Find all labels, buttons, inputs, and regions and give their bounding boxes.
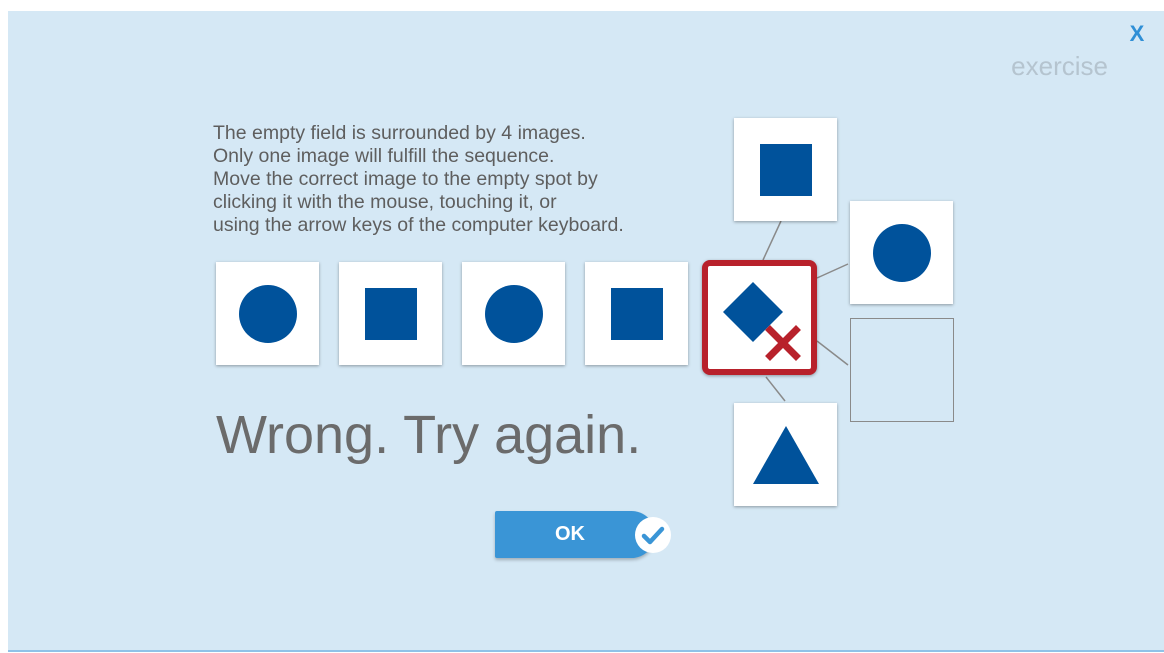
wrong-x-icon bbox=[765, 325, 801, 361]
instruction-line: clicking it with the mouse, touching it,… bbox=[213, 191, 557, 213]
ok-button-label: OK bbox=[555, 523, 585, 545]
mode-label: exercise bbox=[1011, 51, 1108, 81]
square-icon bbox=[759, 143, 812, 196]
selected-card-diamond-wrong[interactable] bbox=[702, 260, 817, 375]
choice-card-right-circle[interactable] bbox=[850, 201, 953, 304]
sequence-card-circle bbox=[462, 262, 565, 365]
circle-icon bbox=[238, 284, 297, 343]
square-icon bbox=[364, 287, 417, 340]
sequence-card-square bbox=[339, 262, 442, 365]
instructions-text: The empty field is surrounded by 4 image… bbox=[213, 122, 733, 237]
sequence-card-square bbox=[585, 262, 688, 365]
instruction-line: using the arrow keys of the computer key… bbox=[213, 214, 624, 236]
circle-icon bbox=[484, 284, 543, 343]
instruction-line: Only one image will fulfill the sequence… bbox=[213, 145, 555, 167]
sequence-card-circle bbox=[216, 262, 319, 365]
ok-button[interactable]: OK bbox=[495, 511, 671, 558]
choice-card-top-square[interactable] bbox=[734, 118, 837, 221]
circle-icon bbox=[872, 223, 931, 282]
exercise-stage: X exercise The empty field is surrounded… bbox=[8, 11, 1164, 652]
triangle-icon bbox=[752, 425, 819, 484]
empty-slot[interactable] bbox=[850, 318, 954, 422]
square-icon bbox=[610, 287, 663, 340]
close-button[interactable]: X bbox=[1122, 21, 1152, 51]
instruction-line: Move the correct image to the empty spot… bbox=[213, 168, 598, 190]
instruction-line: The empty field is surrounded by 4 image… bbox=[213, 122, 586, 144]
checkmark-icon bbox=[635, 517, 671, 553]
choice-card-bottom-triangle[interactable] bbox=[734, 403, 837, 506]
feedback-message: Wrong. Try again. bbox=[216, 405, 642, 465]
